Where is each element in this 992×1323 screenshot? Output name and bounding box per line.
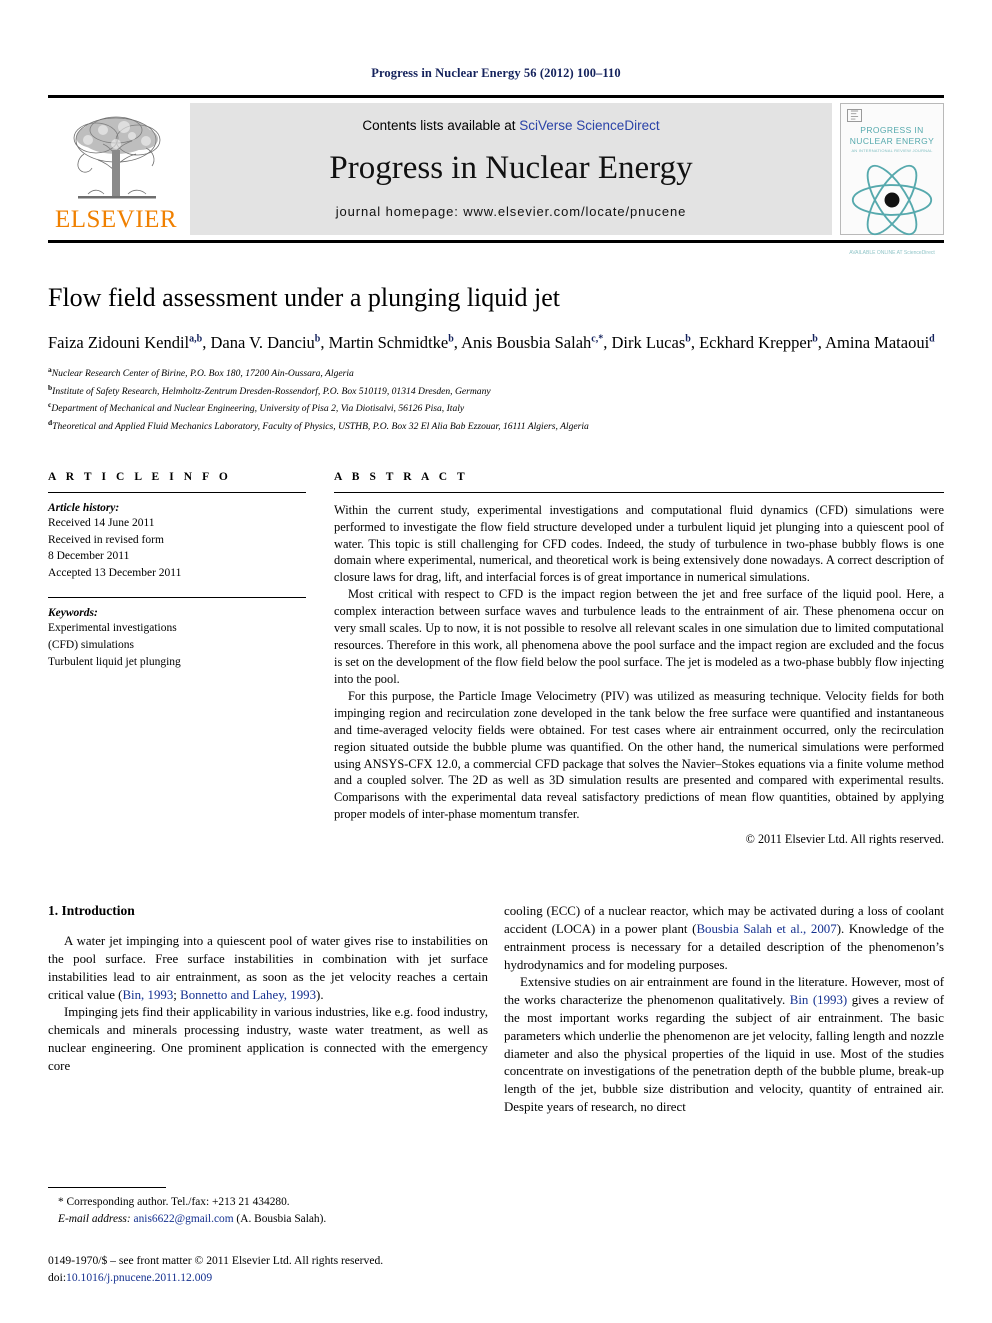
footnote-area: * Corresponding author. Tel./fax: +213 2… (48, 1187, 488, 1287)
author-affiliation-mark: c,* (591, 333, 604, 345)
doi-label: doi: (48, 1271, 67, 1285)
article-history-item: Received in revised form (48, 533, 164, 546)
author-affiliation-mark: b (314, 333, 321, 345)
masthead-top-rule (48, 95, 944, 98)
email-note: E-mail address: anis6622@gmail.com (A. B… (48, 1211, 488, 1228)
author-name: Eckhard Krepper (699, 332, 813, 352)
keyword-item: Turbulent liquid jet plunging (48, 656, 181, 669)
article-info-divider (48, 597, 306, 599)
cover-subtitle: AN INTERNATIONAL REVIEW JOURNAL (851, 148, 933, 154)
contents-box: Contents lists available at SciVerse Sci… (190, 103, 832, 235)
abstract-paragraph: For this purpose, the Particle Image Vel… (334, 688, 944, 822)
abstract-paragraph: Within the current study, experimental i… (334, 502, 944, 585)
author-affiliation-mark: b (448, 333, 454, 345)
article-history-label: Article history: (48, 501, 120, 514)
author-name: Amina Mataoui (825, 332, 930, 352)
abstract-column: A B S T R A C T Within the current study… (334, 471, 944, 848)
running-head: Progress in Nuclear Energy 56 (2012) 100… (371, 66, 621, 80)
author-affiliation-mark: b (812, 333, 818, 345)
elsevier-tree-icon (58, 110, 174, 206)
contents-available-line: Contents lists available at SciVerse Sci… (362, 118, 659, 133)
journal-cover-thumbnail[interactable]: PROGRESS IN NUCLEAR ENERGY AN INTERNATIO… (840, 103, 944, 256)
footnote-rule (48, 1187, 166, 1189)
issn-block: 0149-1970/$ – see front matter © 2011 El… (48, 1253, 488, 1287)
keyword-item: Experimental investigations (48, 622, 177, 635)
cover-title-line1: PROGRESS IN (860, 125, 924, 135)
author-affiliation-mark: b (685, 333, 691, 345)
intro-p1-text-c: ). (316, 987, 324, 1002)
affiliation-text: Nuclear Research Center of Birine, P.O. … (51, 368, 354, 379)
affiliation-line: cDepartment of Mechanical and Nuclear En… (48, 399, 944, 417)
keyword-item: (CFD) simulations (48, 639, 134, 652)
article-history-item: 8 December 2011 (48, 550, 130, 563)
article-page: Progress in Nuclear Energy 56 (2012) 100… (0, 0, 992, 1323)
author-affiliation-mark: d (929, 333, 935, 345)
contents-prefix: Contents lists available at (362, 118, 520, 133)
author-name: Faiza Zidouni Kendil (48, 332, 190, 352)
corresponding-author-note: * Corresponding author. Tel./fax: +213 2… (58, 1196, 290, 1209)
body-column-left: 1. Introduction A water jet impinging in… (48, 903, 488, 1117)
author-name: Dana V. Danciu (210, 332, 315, 352)
email-label: E-mail address: (58, 1212, 131, 1225)
info-and-abstract: A R T I C L E I N F O Article history: R… (48, 471, 944, 848)
elsevier-logo: ELSEVIER (48, 103, 184, 235)
cover-footer: AVAILABLE ONLINE AT ScienceDirect (849, 250, 935, 257)
abstract-heading: A B S T R A C T (334, 470, 469, 483)
body-columns: 1. Introduction A water jet impinging in… (48, 903, 944, 1117)
section-heading-introduction: 1. Introduction (48, 903, 135, 919)
journal-name: Progress in Nuclear Energy (329, 150, 693, 186)
author-name: Martin Schmidtke (328, 332, 449, 352)
article-history-lines: Received 14 June 2011 Received in revised… (48, 515, 306, 583)
cover-title: PROGRESS IN NUCLEAR ENERGY (850, 125, 934, 146)
author-name: Dirk Lucas (611, 332, 686, 352)
article-info-column: A R T I C L E I N F O Article history: R… (48, 471, 306, 848)
author-affiliation-mark: a,b (189, 333, 203, 345)
intro-paragraph-2: Impinging jets find their applicability … (48, 1005, 488, 1073)
body-column-right: cooling (ECC) of a nuclear reactor, whic… (504, 903, 944, 1117)
author-name: Anis Bousbia Salah (461, 332, 592, 352)
abstract-copyright: © 2011 Elsevier Ltd. All rights reserved… (745, 832, 944, 847)
article-history-item: Received 14 June 2011 (48, 516, 155, 529)
cover-elsevier-mark-icon (847, 109, 862, 122)
intro-paragraph-1: A water jet impinging into a quiescent p… (48, 933, 488, 1004)
article-info-heading: A R T I C L E I N F O (48, 470, 232, 483)
citation-bin-1993[interactable]: Bin, 1993 (122, 988, 173, 1002)
affiliation-line: dTheoretical and Applied Fluid Mechanics… (48, 417, 944, 435)
atom-icon (850, 155, 934, 250)
doi-link[interactable]: 10.1016/j.pnucene.2011.12.009 (66, 1271, 212, 1284)
elsevier-wordmark: ELSEVIER (54, 206, 178, 233)
email-link[interactable]: anis6622@gmail.com (134, 1213, 234, 1225)
page-title: Flow field assessment under a plunging l… (48, 283, 560, 312)
journal-masthead: ELSEVIER Contents lists available at Sci… (48, 103, 944, 256)
abstract-rule: Within the current study, experimental i… (334, 491, 944, 848)
issn-line: 0149-1970/$ – see front matter © 2011 El… (48, 1254, 384, 1268)
email-owner: (A. Bousbia Salah). (236, 1212, 327, 1225)
affiliation-line: bInstitute of Safety Research, Helmholtz… (48, 382, 944, 400)
title-block: Flow field assessment under a plunging l… (48, 283, 944, 435)
doi-line: doi:10.1016/j.pnucene.2011.12.009 (48, 1270, 488, 1287)
keyword-lines: Experimental investigations (CFD) simulat… (48, 620, 306, 671)
abstract-paragraph: Most critical with respect to CFD is the… (334, 587, 944, 686)
intro-paragraph-4: Extensive studies on air entrainment are… (504, 974, 944, 1116)
masthead-bottom-rule (48, 240, 944, 243)
keywords-label: Keywords: (48, 607, 98, 620)
citation-bousbia-salah-2007[interactable]: Bousbia Salah et al., 2007 (696, 922, 836, 936)
sciencedirect-link[interactable]: SciVerse ScienceDirect (519, 118, 659, 133)
article-history-item: Accepted 13 December 2011 (48, 567, 182, 580)
journal-homepage[interactable]: journal homepage: www.elsevier.com/locat… (336, 204, 687, 219)
affiliation-text: Department of Mechanical and Nuclear Eng… (51, 403, 465, 415)
affiliation-text: Theoretical and Applied Fluid Mechanics … (52, 421, 589, 433)
citation-bin-1993-review[interactable]: Bin (1993) (790, 993, 848, 1007)
article-info-rule: Article history: Received 14 June 2011 Re… (48, 491, 306, 583)
abstract-paragraphs: Within the current study, experimental i… (334, 502, 944, 824)
citation-bonnetto-lahey-1993[interactable]: Bonnetto and Lahey, 1993 (180, 988, 316, 1002)
affiliation-line: aNuclear Research Center of Birine, P.O.… (48, 364, 944, 382)
author-list: Faiza Zidouni Kendila,b, Dana V. Danciub… (48, 332, 935, 352)
affiliation-list: aNuclear Research Center of Birine, P.O.… (48, 364, 944, 435)
cover-title-line2: NUCLEAR ENERGY (849, 135, 935, 146)
intro-paragraph-3: cooling (ECC) of a nuclear reactor, whic… (504, 903, 944, 974)
affiliation-text: Institute of Safety Research, Helmholtz-… (52, 385, 491, 397)
intro-p4-text-b: gives a review of the most important wor… (504, 993, 944, 1114)
